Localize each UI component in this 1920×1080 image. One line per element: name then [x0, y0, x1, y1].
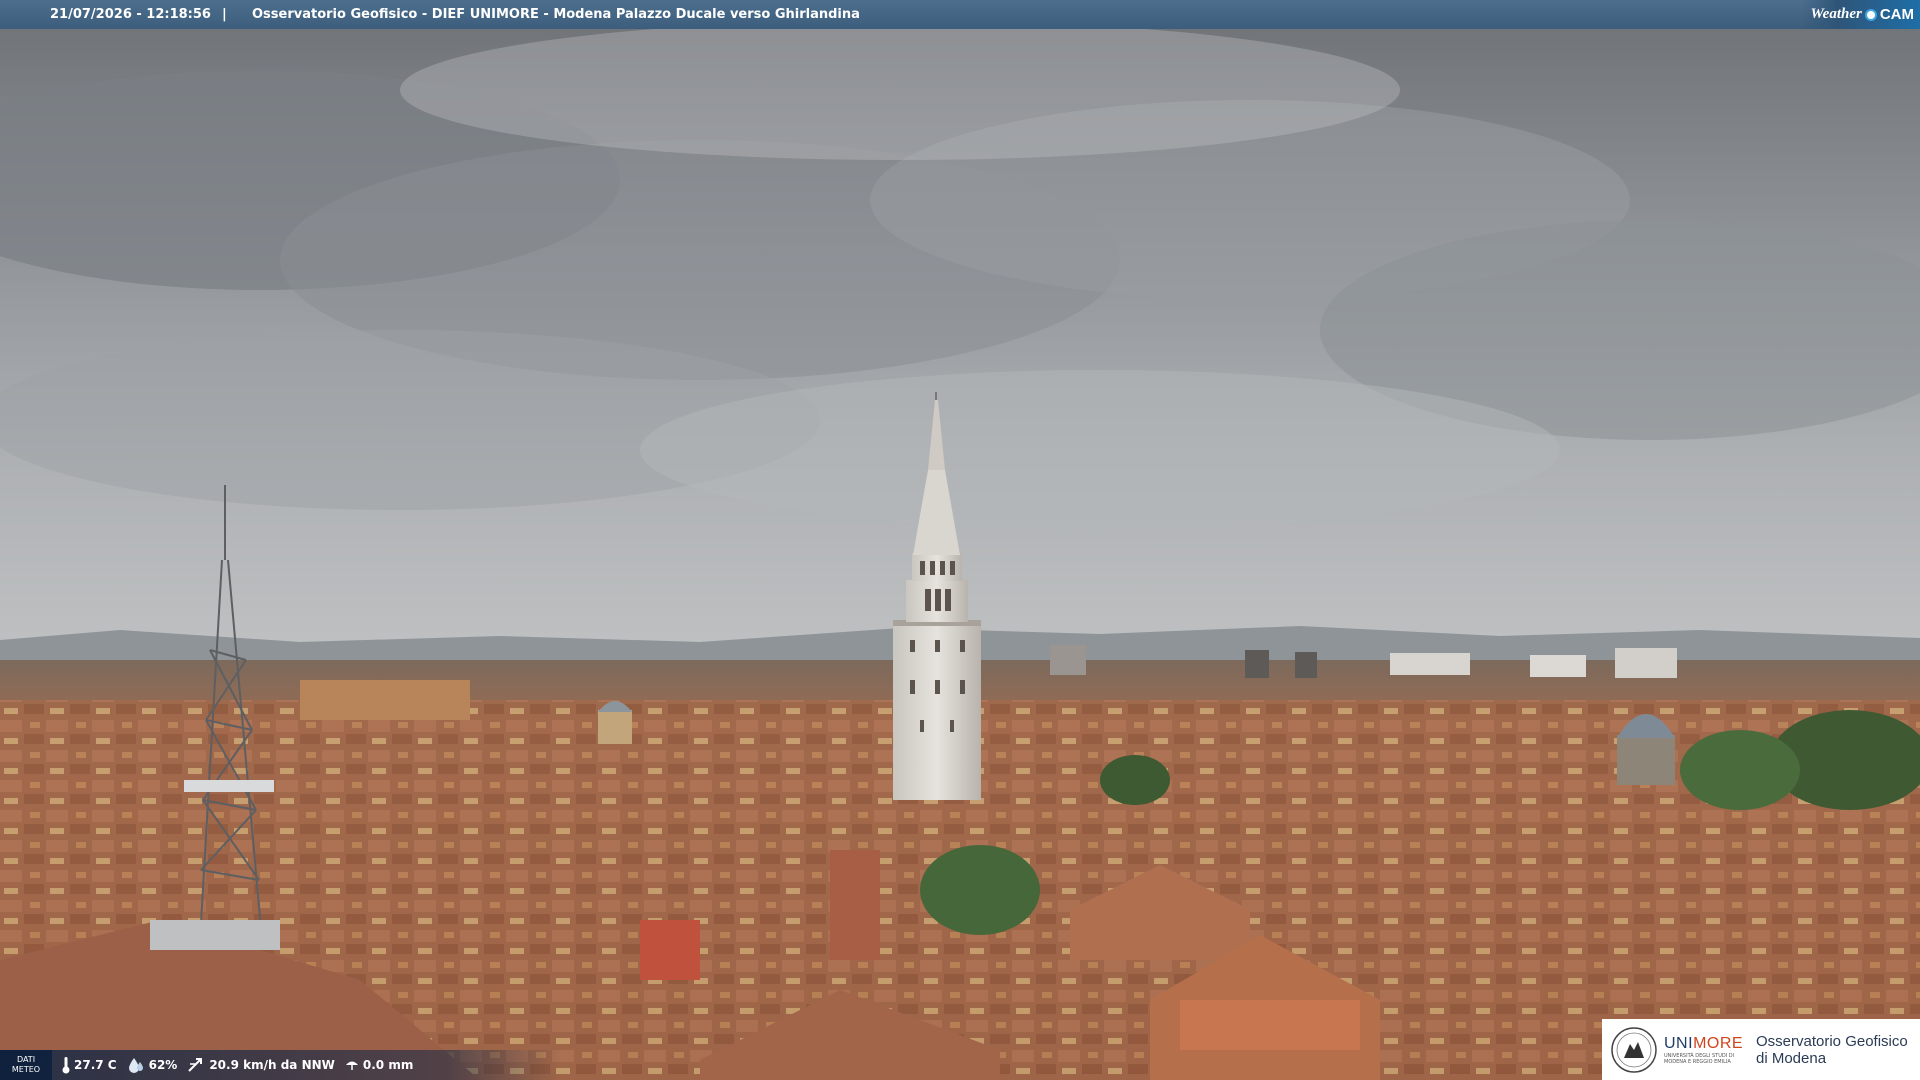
unimore-subtitle: UNIVERSITÀ DEGLI STUDI DI MODENA E REGGI…	[1664, 1052, 1735, 1065]
wind-value: 20.9 km/h da NNW	[209, 1058, 335, 1072]
unimore-wordmark-more: MORE	[1693, 1034, 1744, 1052]
observatory-name: Osservatorio Geofisico di Modena	[1756, 1033, 1908, 1067]
humidity-drop-icon	[128, 1058, 143, 1073]
temperature-value: 27.7 C	[74, 1058, 117, 1072]
thermometer-icon	[62, 1057, 70, 1074]
unimore-wordmark: UNIMORE	[1664, 1035, 1744, 1053]
weather-data-label-line2: METEO	[11, 1065, 41, 1074]
weather-data-bar: DATI METEO 27.7 C 62% 20.9 km/h da NNW 0…	[0, 1050, 560, 1080]
weathercam-logo-weather: Weather	[1810, 6, 1862, 22]
rain-reading: 0.0 mm	[345, 1058, 413, 1072]
caption-bar: 21/07/2026 - 12:18:56 | Osservatorio Geo…	[0, 0, 1920, 29]
camera-title: Osservatorio Geofisico - DIEF UNIMORE - …	[252, 7, 860, 22]
rain-value: 0.0 mm	[362, 1058, 414, 1072]
unimore-name: UNIMORE UNIVERSITÀ DEGLI STUDI DI MODENA…	[1664, 1035, 1744, 1065]
weather-data-label: DATI METEO	[0, 1050, 52, 1080]
unimore-seal-icon	[1611, 1026, 1657, 1073]
unimore-badge: UNIMORE UNIVERSITÀ DEGLI STUDI DI MODENA…	[1602, 1019, 1920, 1080]
weathercam-dot-icon	[1864, 8, 1877, 21]
weathercam-logo-icon: Weather CAM	[1802, 0, 1920, 29]
timestamp: 21/07/2026 - 12:18:56	[50, 7, 211, 22]
weather-data-label-line1: DATI	[16, 1055, 36, 1064]
unimore-wordmark-uni: UNI	[1664, 1034, 1694, 1052]
humidity-value: 62%	[148, 1058, 178, 1072]
humidity-reading: 62%	[127, 1056, 178, 1074]
wind-icon	[188, 1058, 203, 1072]
temperature-reading: 27.7 C	[62, 1056, 117, 1074]
caption-separator: |	[222, 7, 227, 22]
observatory-line1: Osservatorio Geofisico	[1756, 1032, 1908, 1050]
webcam-image	[0, 0, 1920, 1080]
weathercam-logo-cam: CAM	[1879, 6, 1914, 23]
rain-icon	[345, 1061, 358, 1070]
observatory-line2: di Modena	[1756, 1049, 1827, 1067]
wind-reading: 20.9 km/h da NNW	[187, 1056, 335, 1074]
